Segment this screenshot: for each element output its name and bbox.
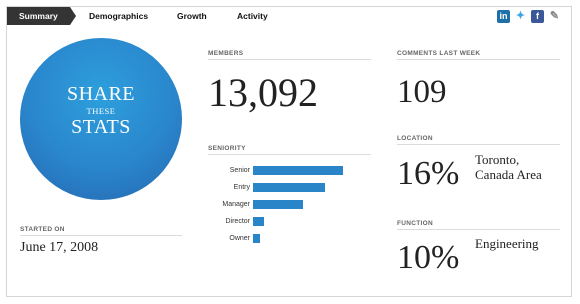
location-line-1: Toronto, [475,152,520,167]
linkedin-icon[interactable]: in [497,10,510,23]
seniority-label: SENIORITY [208,145,246,152]
function-name: Engineering [475,236,539,251]
seniority-bar-label: Senior [229,167,250,174]
seniority-chart: Senior Entry Manager Director Owner [208,166,371,266]
seniority-bar-row: Director [208,217,371,227]
location-label: LOCATION [397,135,433,142]
location-city: Toronto, Canada Area [475,152,542,182]
divider [397,144,560,145]
seniority-bar-row: Senior [208,166,371,176]
location-percent: 16% [397,155,460,192]
members-value: 13,092 [208,70,318,115]
twitter-icon[interactable]: ✦ [514,10,527,23]
tab-summary[interactable]: Summary [7,7,76,25]
seniority-bar [253,200,303,209]
comments-label: COMMENTS LAST WEEK [397,50,481,57]
tab-demographics[interactable]: Demographics [89,7,148,25]
started-on-label: STARTED ON [20,226,65,233]
seniority-bar-label: Owner [229,235,250,242]
seniority-bar-row: Manager [208,200,371,210]
divider [397,229,560,230]
share-line-3: STATS [71,116,131,138]
function-label: FUNCTION [397,220,433,227]
tab-growth[interactable]: Growth [177,7,207,25]
divider [208,154,371,155]
location-line-2: Canada Area [475,167,542,182]
seniority-bar-row: Entry [208,183,371,193]
divider [397,59,560,60]
function-percent: 10% [397,239,460,276]
seniority-bar [253,234,260,243]
seniority-bar [253,183,325,192]
seniority-bar [253,217,264,226]
tab-activity[interactable]: Activity [237,7,268,25]
divider [20,235,182,236]
seniority-bar [253,166,343,175]
seniority-bar-label: Director [225,218,250,225]
share-line-1: SHARE [66,83,136,105]
seniority-bar-label: Manager [222,201,250,208]
facebook-icon[interactable]: f [531,10,544,23]
share-stats-text[interactable]: SHARE THESE STATS [20,84,182,138]
comments-value: 109 [397,74,447,110]
divider [208,59,371,60]
started-on-value: June 17, 2008 [20,240,99,255]
share-pen-icon[interactable]: ✎ [548,10,561,23]
seniority-bar-row: Owner [208,234,371,244]
members-label: MEMBERS [208,50,244,57]
seniority-bar-label: Entry [233,184,250,191]
